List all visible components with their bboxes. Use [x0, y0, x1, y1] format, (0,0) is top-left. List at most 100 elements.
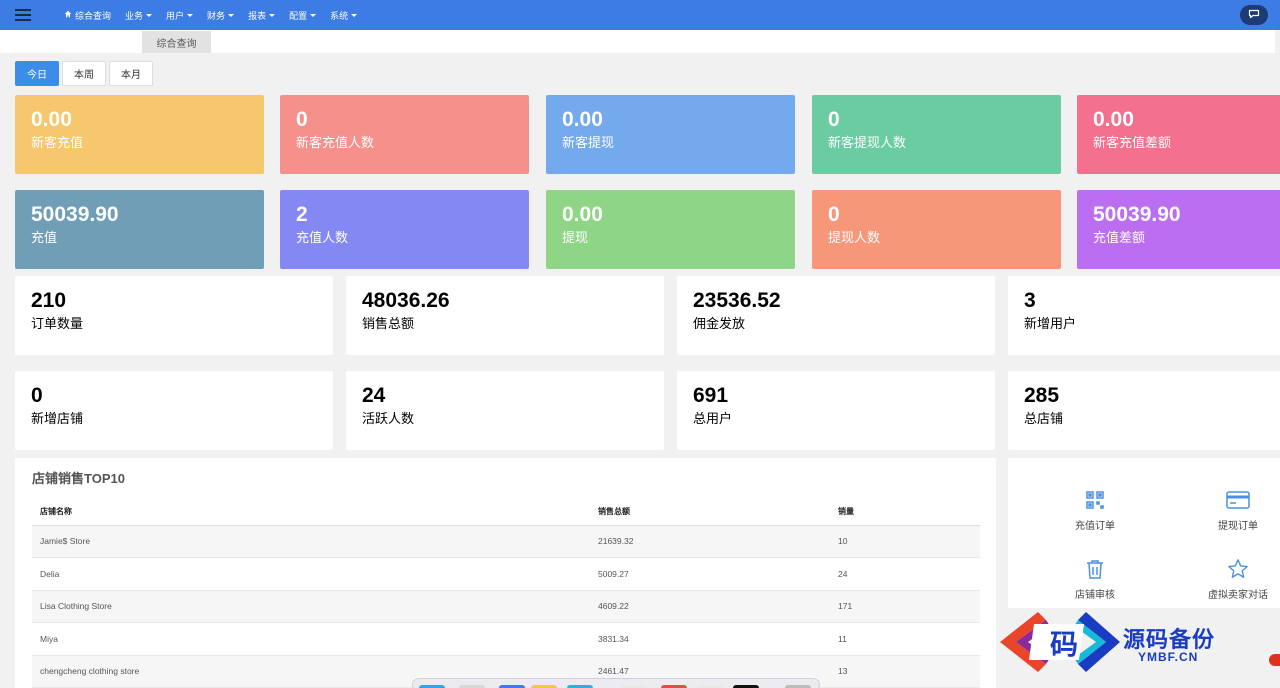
- summary-card: 24 活跃人数: [346, 371, 664, 450]
- quick-link-label: 店铺审核: [1075, 590, 1115, 601]
- summary-label: 活跃人数: [362, 411, 415, 426]
- os-dock: [412, 678, 820, 688]
- watermark-subtitle: YMBF.CN: [1138, 650, 1199, 664]
- menu-item-reports[interactable]: 报表: [248, 9, 276, 22]
- menu-item-finance[interactable]: 财务: [207, 9, 235, 22]
- cell-sales-amount: 3831.34: [590, 622, 830, 656]
- home-icon: [64, 10, 72, 20]
- stat-label: 新客提现: [562, 135, 615, 150]
- summary-value: 285: [1024, 384, 1060, 407]
- stat-card: 50039.90 充值: [15, 190, 264, 269]
- menu-item-business[interactable]: 业务: [125, 9, 153, 22]
- summary-value: 3: [1024, 289, 1036, 312]
- stat-card: 0 提现人数: [812, 190, 1061, 269]
- menu-item-label: 综合查询: [75, 10, 112, 21]
- quick-link-virtual-seller-chat[interactable]: 虚拟卖家对话: [1188, 557, 1280, 601]
- stat-label: 新客充值差额: [1093, 135, 1172, 150]
- menu-item-label: 财务: [207, 10, 226, 21]
- main-menu: 综合查询 业务 用户 财务 报表 配置 系统: [64, 9, 371, 22]
- summary-label: 新增店铺: [31, 411, 84, 426]
- stat-label: 新客提现人数: [828, 135, 907, 150]
- summary-label: 佣金发放: [693, 316, 746, 331]
- menu-item-label: 报表: [248, 10, 267, 21]
- stat-label: 充值人数: [296, 230, 349, 245]
- menu-toggle-button[interactable]: [0, 0, 46, 30]
- side-badge[interactable]: [1269, 654, 1280, 666]
- menu-item-system[interactable]: 系统: [330, 9, 358, 22]
- table-row: Jamie$ Store 21639.32 10: [32, 525, 980, 558]
- summary-card: 285 总店铺: [1008, 371, 1280, 450]
- chat-button[interactable]: [1240, 5, 1268, 25]
- quick-link-recharge-orders[interactable]: 充值订单: [1045, 488, 1145, 532]
- top-navbar: 综合查询 业务 用户 财务 报表 配置 系统: [0, 0, 1280, 30]
- stat-label: 新客充值人数: [296, 135, 375, 150]
- summary-card: 48036.26 销售总额: [346, 276, 664, 355]
- table-row: Miya 3831.34 11: [32, 622, 980, 656]
- stat-value: 0.00: [1093, 108, 1134, 131]
- summary-value: 0: [31, 384, 43, 407]
- column-header-store-name: 店铺名称: [32, 498, 590, 526]
- caret-down-icon: [351, 13, 358, 17]
- period-today-button[interactable]: 今日: [15, 61, 59, 86]
- summary-card: 210 订单数量: [15, 276, 333, 355]
- stat-card: 0.00 新客充值差额: [1077, 95, 1280, 174]
- stat-value: 0: [828, 108, 840, 131]
- caret-down-icon: [269, 13, 276, 17]
- summary-card: 691 总用户: [677, 371, 995, 450]
- stat-card: 2 充值人数: [280, 190, 529, 269]
- stat-label: 提现人数: [828, 230, 881, 245]
- top-stores-panel: 店铺销售TOP10 店铺名称 销售总额 销量 Jamie$ Store 21639…: [15, 458, 996, 688]
- menu-item-config[interactable]: 配置: [289, 9, 317, 22]
- summary-value: 24: [362, 384, 386, 407]
- caret-down-icon: [146, 13, 153, 17]
- cell-sales-amount: 21639.32: [590, 525, 830, 558]
- tab-query[interactable]: 综合查询: [142, 31, 211, 53]
- cell-quantity: 10: [830, 525, 980, 558]
- summary-label: 销售总额: [362, 316, 415, 331]
- stat-card: 0 新客充值人数: [280, 95, 529, 174]
- caret-down-icon: [310, 13, 317, 17]
- summary-card: 23536.52 佣金发放: [677, 276, 995, 355]
- summary-value: 48036.26: [362, 289, 450, 312]
- stat-card: 0.00 新客提现: [546, 95, 795, 174]
- quick-link-label: 提现订单: [1218, 521, 1258, 532]
- column-header-sales-amount: 销售总额: [590, 498, 830, 526]
- menu-item-label: 配置: [289, 10, 308, 21]
- cell-quantity: 11: [830, 622, 980, 656]
- logo-glyph: 码: [1050, 628, 1078, 661]
- credit-card-icon: [1226, 488, 1250, 512]
- cell-sales-amount: 5009.27: [590, 557, 830, 591]
- menu-item-label: 业务: [125, 10, 144, 21]
- stat-label: 新客充值: [31, 135, 84, 150]
- menu-item-users[interactable]: 用户: [166, 9, 194, 22]
- summary-value: 210: [31, 289, 67, 312]
- menu-item-label: 用户: [166, 10, 185, 21]
- stat-value: 0: [828, 203, 840, 226]
- stat-label: 充值: [31, 230, 58, 245]
- summary-label: 总用户: [693, 411, 733, 426]
- cell-store-name: Jamie$ Store: [32, 525, 590, 558]
- top-stores-table: 店铺名称 销售总额 销量 Jamie$ Store 21639.32 10 Delia…: [32, 498, 980, 688]
- quick-link-store-review[interactable]: 店铺审核: [1045, 557, 1145, 601]
- cell-store-name: Lisa Clothing Store: [32, 590, 590, 623]
- period-week-button[interactable]: 本周: [62, 61, 106, 86]
- summary-card: 0 新增店铺: [15, 371, 333, 450]
- caret-down-icon: [228, 13, 235, 17]
- caret-down-icon: [187, 13, 194, 17]
- stat-card: 50039.90 充值差额: [1077, 190, 1280, 269]
- cell-sales-amount: 4609.22: [590, 590, 830, 623]
- summary-value: 691: [693, 384, 729, 407]
- summary-value: 23536.52: [693, 289, 781, 312]
- column-header-quantity: 销量: [830, 498, 980, 526]
- quick-link-label: 充值订单: [1075, 521, 1115, 532]
- logo-emblem: 码: [1000, 612, 1120, 672]
- cell-store-name: Delia: [32, 557, 590, 591]
- menu-item-query[interactable]: 综合查询: [64, 9, 111, 22]
- period-month-button[interactable]: 本月: [109, 61, 153, 86]
- quick-link-withdraw-orders[interactable]: 提现订单: [1188, 488, 1280, 532]
- hamburger-icon: [15, 14, 31, 16]
- stat-value: 2: [296, 203, 308, 226]
- stat-value: 0.00: [562, 203, 603, 226]
- summary-label: 订单数量: [31, 316, 84, 331]
- summary-label: 总店铺: [1024, 411, 1064, 426]
